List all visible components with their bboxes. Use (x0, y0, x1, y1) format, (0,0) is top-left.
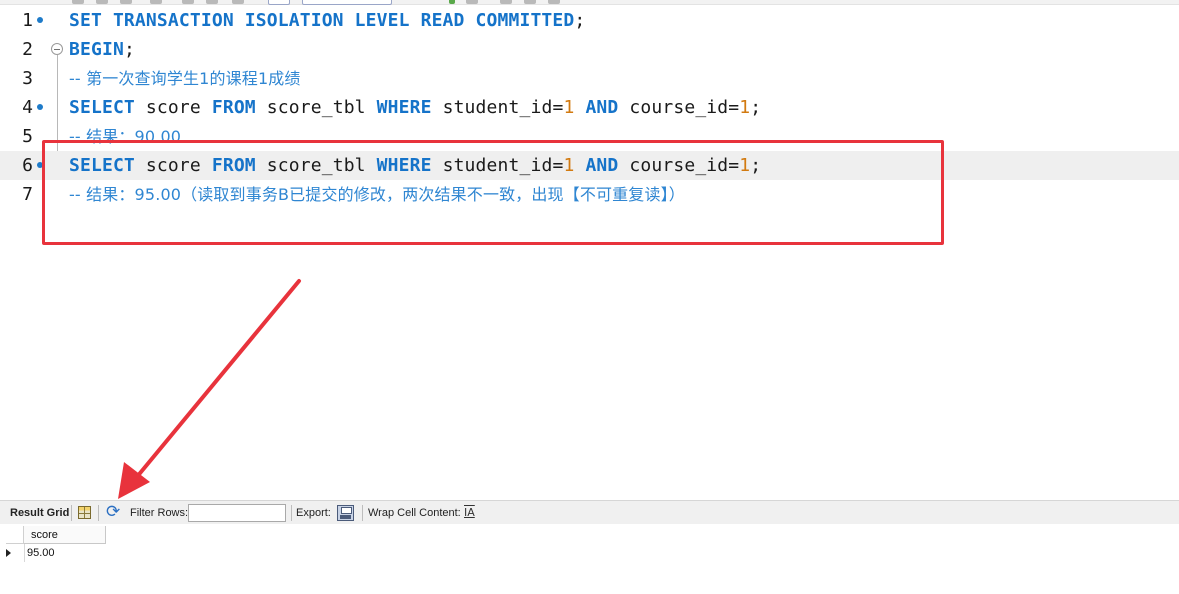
filter-rows-label: Filter Rows: (130, 507, 189, 519)
line-number: 2 (22, 39, 33, 60)
result-grid: score 95.00 (0, 524, 1179, 594)
wrap-cell-content-icon[interactable]: IA (464, 505, 475, 521)
line-number: 6 (22, 155, 33, 176)
code-token: score_tbl (255, 97, 377, 118)
grid-view-icon[interactable] (78, 506, 91, 519)
grid-corner (6, 526, 24, 544)
code-token: course_id= (618, 97, 740, 118)
toolbar-icon[interactable] (182, 0, 194, 4)
export-label: Export: (296, 507, 331, 519)
line-number: 1 (22, 10, 33, 31)
editor-toolbar (0, 0, 1179, 5)
toolbar-icon[interactable] (466, 0, 478, 4)
toolbar-icon[interactable] (96, 0, 108, 4)
code-token: score (134, 97, 212, 118)
code-token: 的课程 (209, 69, 258, 88)
editor-line[interactable]: 4 SELECT score FROM score_tbl WHERE stude… (0, 93, 1179, 122)
export-icon[interactable] (337, 505, 354, 521)
toolbar-icon[interactable] (268, 0, 290, 5)
code-text: BEGIN; (69, 35, 135, 64)
code-token: 1 (563, 97, 575, 118)
toolbar-select[interactable] (302, 0, 392, 5)
toolbar-icon[interactable] (72, 0, 84, 4)
fold-toggle-icon[interactable] (51, 43, 63, 55)
statement-marker-icon (37, 104, 43, 110)
code-token: BEGIN (69, 39, 124, 60)
toolbar-separator (291, 505, 292, 521)
code-token: -- 第一次查询学生 (69, 69, 200, 88)
statement-marker-icon (37, 17, 43, 23)
toolbar-separator (98, 505, 99, 521)
toolbar-separator (362, 505, 363, 521)
toolbar-icon[interactable] (548, 0, 560, 4)
editor-line[interactable]: 1 SET TRANSACTION ISOLATION LEVEL READ CO… (0, 6, 1179, 35)
code-token: 1 (739, 97, 751, 118)
code-token: ; (574, 10, 586, 31)
code-token: WHERE (376, 97, 432, 118)
toolbar-icon[interactable] (232, 0, 244, 4)
line-number: 5 (22, 126, 33, 147)
code-text: -- 第一次查询学生1的课程1成绩 (69, 64, 301, 93)
wrap-cell-content-label: Wrap Cell Content: (368, 507, 461, 519)
row-header-divider (24, 544, 25, 562)
line-number: 3 (22, 68, 33, 89)
code-token: SET TRANSACTION ISOLATION LEVEL READ COM… (69, 10, 575, 31)
filter-rows-input[interactable] (188, 504, 286, 522)
annotation-box-editor (42, 140, 944, 245)
code-token: AND (585, 97, 619, 118)
toolbar-icon[interactable] (524, 0, 536, 4)
code-token: ; (750, 97, 762, 118)
current-row-pointer-icon (6, 549, 11, 557)
code-text: SET TRANSACTION ISOLATION LEVEL READ COM… (69, 6, 585, 35)
code-token: student_id= (431, 97, 564, 118)
code-token: 1 (199, 69, 210, 88)
result-grid-tab[interactable]: Result Grid (10, 501, 69, 525)
code-token: 成绩 (268, 69, 301, 88)
toolbar-separator (71, 505, 72, 521)
line-number: 7 (22, 184, 33, 205)
code-text: SELECT score FROM score_tbl WHERE studen… (69, 93, 761, 122)
toolbar-icon[interactable] (449, 0, 455, 4)
toolbar-icon[interactable] (500, 0, 512, 4)
editor-line[interactable]: 3 -- 第一次查询学生1的课程1成绩 (0, 64, 1179, 93)
toolbar-icon[interactable] (150, 0, 162, 4)
refresh-icon[interactable]: ⟳ (106, 504, 120, 521)
code-token: FROM (211, 97, 256, 118)
code-token: ; (123, 39, 135, 60)
code-token: 1 (257, 69, 269, 88)
table-cell[interactable]: 95.00 (27, 544, 55, 562)
code-token: SELECT (69, 97, 135, 118)
result-toolbar: Result Grid ⟳ Filter Rows: Export: Wrap … (0, 500, 1179, 524)
editor-line[interactable]: 2 BEGIN; (0, 35, 1179, 64)
toolbar-icon[interactable] (206, 0, 218, 4)
toolbar-icon[interactable] (120, 0, 132, 4)
line-number: 4 (22, 97, 33, 118)
column-header-score[interactable]: score (24, 526, 106, 544)
